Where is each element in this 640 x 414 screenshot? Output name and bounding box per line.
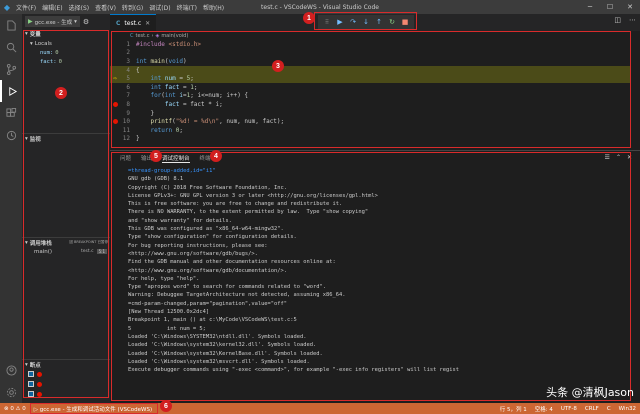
tab-test-c[interactable]: C test.c ✕ xyxy=(110,14,157,31)
status-item[interactable]: Win32 xyxy=(619,406,636,412)
annotation-badge: 3 xyxy=(272,60,284,72)
account-icon[interactable] xyxy=(0,359,22,381)
split-editor-icon[interactable]: ◫ xyxy=(614,16,621,24)
annotation-badge: 4 xyxy=(210,150,222,162)
status-item[interactable]: 行 5，列 1 xyxy=(500,405,527,413)
status-item[interactable]: C xyxy=(607,406,611,412)
menu-item[interactable]: 转到(G) xyxy=(122,3,143,12)
start-debug-icon[interactable]: ▶ xyxy=(28,18,33,25)
minimize-icon[interactable]: ─ xyxy=(580,0,600,14)
chevron-down-icon: ▾ xyxy=(74,18,77,25)
annotation-box-toolbar xyxy=(314,12,417,30)
annotation-badge: 5 xyxy=(150,150,162,162)
annotation-badge: 1 xyxy=(303,12,315,24)
activity-bar xyxy=(0,14,22,403)
debug-config-label: gcc.exe - 生成 xyxy=(34,19,73,26)
watermark: 头条 @清枫Jason xyxy=(546,386,634,399)
close-icon[interactable]: ✕ xyxy=(620,0,640,14)
close-tab-icon[interactable]: ✕ xyxy=(145,20,150,27)
menu-item[interactable]: 选择(S) xyxy=(69,3,90,12)
menu-item[interactable]: 编辑(E) xyxy=(42,3,62,12)
annotation-box-statusbar xyxy=(30,403,158,414)
debug-icon[interactable] xyxy=(0,80,22,102)
annotation-box-sidebar xyxy=(23,30,109,398)
more-actions-icon[interactable]: ⋯ xyxy=(629,16,636,24)
annotation-box-panel xyxy=(111,152,631,401)
settings-gear-icon[interactable]: ⚙ xyxy=(83,18,89,26)
menu-item[interactable]: 文件(F) xyxy=(16,3,36,12)
gear-icon[interactable] xyxy=(0,381,22,403)
problems-status[interactable]: ⊗ 0 ⚠ 0 xyxy=(4,406,26,412)
menu-bar: 文件(F) 编辑(E) 选择(S) 查看(V) 转到(G) 调试(D) 终端(T) 帮助(H) xyxy=(16,3,224,12)
c-file-icon: C xyxy=(116,19,121,27)
menu-item[interactable]: 帮助(H) xyxy=(203,3,224,12)
annotation-badge: 2 xyxy=(55,87,67,99)
search-icon[interactable] xyxy=(0,36,22,58)
explorer-icon[interactable] xyxy=(0,14,22,36)
menu-item[interactable]: 调试(D) xyxy=(149,3,170,12)
debug-config-select[interactable]: ▶ gcc.exe - 生成 ▾ xyxy=(25,16,80,27)
status-item[interactable]: UTF-8 xyxy=(561,406,577,412)
source-control-icon[interactable] xyxy=(0,58,22,80)
extensions-icon[interactable] xyxy=(0,102,22,124)
annotation-box-editor xyxy=(111,31,631,148)
annotation-badge: 6 xyxy=(160,400,172,412)
maximize-icon[interactable]: ☐ xyxy=(600,0,620,14)
history-icon[interactable] xyxy=(0,124,22,146)
status-item[interactable]: 空格: 4 xyxy=(535,405,553,413)
status-item[interactable]: CRLF xyxy=(585,406,599,412)
menu-item[interactable]: 查看(V) xyxy=(95,3,116,12)
menu-item[interactable]: 终端(T) xyxy=(177,3,197,12)
vscode-logo-icon: ◆ xyxy=(3,2,11,12)
